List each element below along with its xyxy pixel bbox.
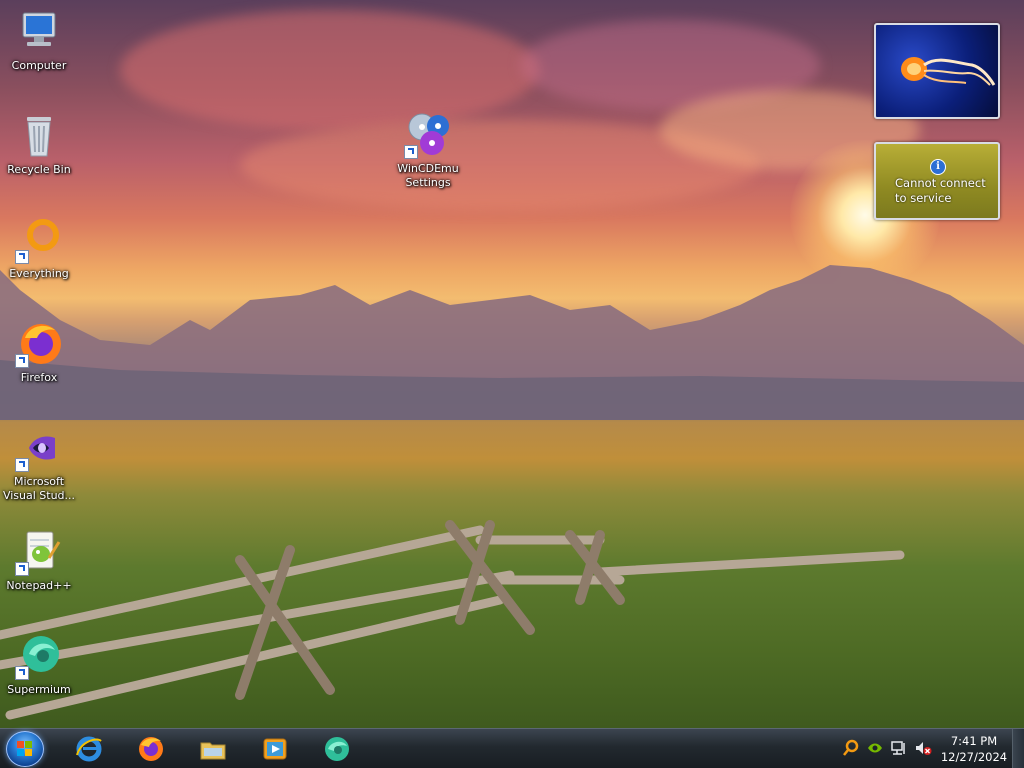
desktop-wallpaper[interactable]: Computer Recycle Bin Everything Firefox … — [0, 0, 1024, 728]
desktop-icon-visual-studio[interactable]: Microsoft Visual Stud... — [0, 424, 78, 503]
wallpaper-mountains — [0, 265, 1024, 420]
weather-gadget[interactable]: i Cannot connect to service — [874, 142, 1000, 220]
desktop-icon-computer[interactable]: Computer — [0, 8, 78, 73]
supermium-icon — [15, 632, 63, 680]
desktop-icon-wincdemu-settings[interactable]: WinCDEmu Settings — [389, 111, 467, 190]
taskbar-pin-file-explorer[interactable] — [186, 731, 240, 767]
wallpaper-cloud — [120, 10, 540, 130]
desktop-icon-notepad-plus-plus[interactable]: Notepad++ — [0, 528, 78, 593]
slideshow-gadget[interactable] — [874, 23, 1000, 119]
desktop-icon-label: Firefox — [20, 371, 58, 384]
info-icon: i — [930, 159, 946, 175]
firefox-icon — [139, 737, 163, 761]
shortcut-arrow-icon — [15, 354, 29, 368]
volume-muted-tray-icon[interactable] — [914, 739, 932, 757]
shortcut-arrow-icon — [15, 562, 29, 576]
media-player-icon — [263, 738, 287, 760]
desktop-icon-label: Supermium — [7, 683, 71, 696]
search-magnifier-tray-icon[interactable] — [842, 739, 860, 757]
weather-message-line: Cannot connect — [895, 176, 986, 190]
jellyfish-photo — [901, 57, 996, 86]
start-button[interactable] — [6, 731, 44, 767]
desktop-icon-label: Computer — [11, 59, 67, 72]
notepad-plus-plus-icon — [15, 528, 63, 576]
wallpaper-fence — [0, 520, 905, 720]
clock-date: 12/27/2024 — [940, 750, 1008, 764]
taskbar-pin-media-player[interactable] — [248, 731, 302, 767]
visual-studio-icon — [15, 424, 63, 472]
shortcut-arrow-icon — [15, 666, 29, 680]
desktop-icon-label: Everything — [9, 267, 69, 280]
wincdemu-discs-icon — [404, 111, 452, 159]
weather-message-line: to service — [895, 191, 952, 205]
network-tray-icon[interactable] — [890, 739, 908, 757]
weather-gadget-message: Cannot connect to service — [895, 176, 986, 206]
system-clock[interactable]: 7:41 PM 12/27/2024 — [938, 733, 1010, 765]
desktop-icon-supermium[interactable]: Supermium — [0, 632, 78, 697]
everything-search-icon — [15, 216, 63, 264]
internet-explorer-icon — [76, 736, 102, 762]
firefox-icon — [15, 320, 63, 368]
taskbar-pin-firefox[interactable] — [124, 731, 178, 767]
desktop-icon-label: Notepad++ — [6, 579, 72, 592]
desktop-icon-label: WinCDEmu Settings — [397, 162, 459, 189]
nvidia-tray-icon[interactable] — [866, 739, 884, 757]
shortcut-arrow-icon — [15, 250, 29, 264]
desktop-icon-label: Recycle Bin — [7, 163, 71, 176]
show-desktop-button[interactable] — [1012, 729, 1024, 768]
supermium-icon — [325, 737, 349, 761]
taskbar-pin-internet-explorer[interactable] — [62, 731, 116, 767]
desktop-icon-recycle-bin[interactable]: Recycle Bin — [0, 112, 78, 177]
computer-icon — [15, 8, 63, 56]
shortcut-arrow-icon — [15, 458, 29, 472]
recycle-bin-icon — [15, 112, 63, 160]
shortcut-arrow-icon — [404, 145, 418, 159]
clock-time: 7:41 PM — [950, 734, 998, 748]
file-explorer-icon — [200, 742, 226, 760]
desktop-icon-label: Microsoft Visual Stud... — [2, 475, 76, 502]
desktop-icon-firefox[interactable]: Firefox — [0, 320, 78, 385]
desktop-icon-everything[interactable]: Everything — [0, 216, 78, 281]
taskbar-pin-supermium[interactable] — [310, 731, 364, 767]
taskbar[interactable]: 7:41 PM 12/27/2024 — [0, 728, 1024, 768]
windows-logo-icon — [17, 741, 32, 756]
